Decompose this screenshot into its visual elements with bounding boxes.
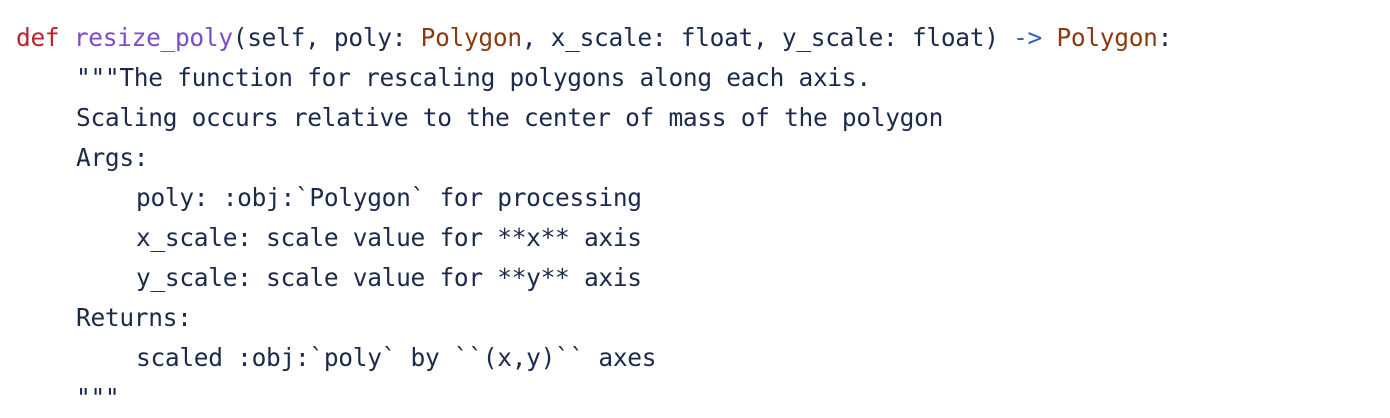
code-editor[interactable]: def resize_poly(self, poly: Polygon, x_s… bbox=[16, 18, 1172, 418]
param-type-polygon: Polygon bbox=[420, 23, 522, 52]
docstring-line: y_scale: scale value for **y** axis bbox=[136, 263, 642, 292]
docstring-line: Args: bbox=[76, 143, 149, 172]
docstring-line: x_scale: scale value for **x** axis bbox=[136, 223, 642, 252]
docstring-line: Returns: bbox=[76, 303, 192, 332]
params-part-2: , x_scale: float, y_scale: float) bbox=[521, 23, 1014, 52]
docstring-line: scaled :obj:`poly` by ``(x,y)`` axes bbox=[136, 343, 657, 372]
docstring-line: Scaling occurs relative to the center of… bbox=[76, 103, 944, 132]
docstring-line: """ bbox=[76, 383, 120, 412]
docstring-line: """The function for rescaling polygons a… bbox=[76, 63, 871, 92]
signature-colon: : bbox=[1157, 23, 1173, 52]
def-keyword: def bbox=[16, 23, 60, 52]
return-type: Polygon bbox=[1056, 23, 1158, 52]
return-arrow: -> bbox=[1013, 23, 1042, 52]
params-part-1: (self, poly: bbox=[232, 23, 421, 52]
docstring-line: poly: :obj:`Polygon` for processing bbox=[136, 183, 642, 212]
function-signature-line: def resize_poly(self, poly: Polygon, x_s… bbox=[16, 18, 1172, 58]
function-name: resize_poly bbox=[73, 23, 233, 52]
